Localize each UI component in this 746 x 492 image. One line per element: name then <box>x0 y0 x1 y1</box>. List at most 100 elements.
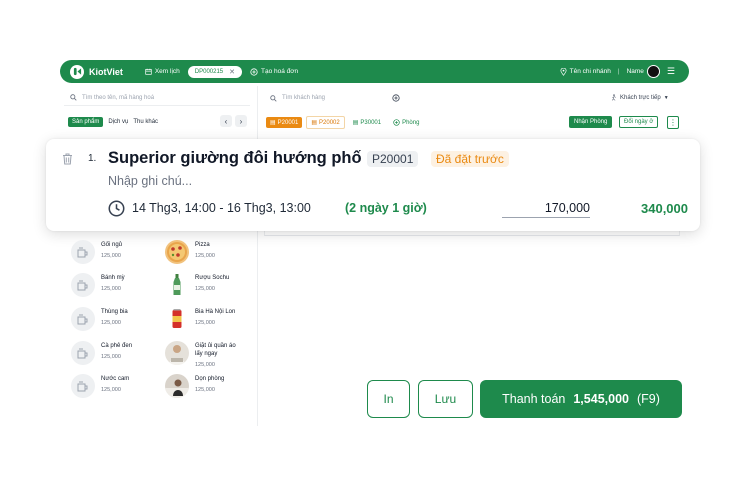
unit-price-input[interactable]: 170,000 <box>502 201 590 218</box>
product-item[interactable]: Dọn phòng 125,000 <box>165 374 224 398</box>
brand-logo[interactable]: KiotViet <box>70 64 123 79</box>
plus-circle-icon <box>250 67 258 76</box>
product-price: 125,000 <box>101 286 121 292</box>
product-item[interactable]: Gối ngủ 125,000 <box>71 240 122 264</box>
product-placeholder-icon <box>71 240 95 264</box>
avatar <box>646 65 660 78</box>
save-button[interactable]: Lưu <box>418 380 473 418</box>
tab-other-income[interactable]: Thu khác <box>133 119 158 125</box>
panel-divider <box>257 86 258 426</box>
product-item[interactable]: Thùng bia 125,000 <box>71 307 128 331</box>
close-icon[interactable]: ✕ <box>229 68 235 76</box>
product-price: 125,000 <box>101 320 121 326</box>
product-price: 125,000 <box>101 354 121 360</box>
customer-search[interactable]: Tìm khách hàng <box>264 90 400 106</box>
room-tab-p20001[interactable]: ▤ P20001 <box>266 117 303 128</box>
topbar-divider: | <box>617 68 620 75</box>
product-search[interactable]: Tìm theo tên, mã hàng hoá <box>64 90 250 106</box>
pay-shortcut: (F9) <box>636 392 660 406</box>
laundry-image <box>165 341 189 365</box>
note-input[interactable]: Nhập ghi chú... <box>108 174 192 188</box>
schedule-button[interactable]: Xem lịch <box>145 68 180 75</box>
user-menu[interactable]: Name <box>627 65 660 78</box>
product-item[interactable]: Bánh mỳ 125,000 <box>71 273 125 297</box>
room-type-title: Superior giường đôi hướng phố <box>108 149 362 167</box>
add-customer-icon[interactable] <box>392 94 400 102</box>
pay-label: Thanh toán <box>502 392 566 406</box>
product-placeholder-icon <box>71 341 95 365</box>
customer-search-input[interactable]: Tìm khách hàng <box>282 95 392 101</box>
next-page-button[interactable]: › <box>235 115 247 127</box>
order-tab[interactable]: DP000215 ✕ <box>187 65 243 78</box>
customer-type-selector[interactable]: Khách trực tiếp ▼ <box>611 94 669 101</box>
calendar-icon <box>145 68 152 75</box>
stay-duration: (2 ngày 1 giờ) <box>345 201 427 215</box>
add-room-label: Phòng <box>402 119 420 126</box>
product-item[interactable]: Pizza 125,000 <box>165 240 215 264</box>
product-search-input[interactable]: Tìm theo tên, mã hàng hoá <box>82 95 154 101</box>
product-item[interactable]: Bia Hà Nội Lon 125,000 <box>165 307 235 331</box>
bed-icon: ▤ <box>352 120 359 126</box>
pager: ‹ › <box>220 115 247 127</box>
prev-page-button[interactable]: ‹ <box>220 115 232 127</box>
product-name: Pizza <box>195 242 210 248</box>
new-invoice-button[interactable]: Tạo hoá đơn <box>250 67 299 76</box>
product-item[interactable]: Nước cam 125,000 <box>71 374 129 398</box>
hamburger-menu-icon[interactable]: ☰ <box>667 66 675 77</box>
room-code: P20002 <box>319 119 340 126</box>
room-code: P20001 <box>277 119 299 126</box>
bed-icon: ▤ <box>270 120 276 126</box>
room-code-badge: P20001 <box>367 151 419 167</box>
room-cleaning-image <box>165 374 189 398</box>
soju-bottle-image <box>165 273 189 297</box>
top-bar: KiotViet Xem lịch DP000215 ✕ Tạo hoá đơn… <box>60 60 689 83</box>
bed-icon: ▤ <box>311 120 318 126</box>
pizza-image <box>165 240 189 264</box>
product-item[interactable]: Rượu Sochu 125,000 <box>165 273 229 297</box>
change-dates-button[interactable]: Đổi ngày ở <box>619 116 659 128</box>
chevron-down-icon: ▼ <box>663 94 669 101</box>
pay-button[interactable]: Thanh toán 1,545,000 (F9) <box>480 380 682 418</box>
beer-can-image <box>165 307 189 331</box>
search-icon <box>270 94 277 102</box>
plus-circle-icon <box>393 119 400 126</box>
customer-type-label: Khách trực tiếp <box>620 94 661 101</box>
cart-panel <box>264 231 680 236</box>
product-price: 125,000 <box>195 286 215 292</box>
tab-products[interactable]: Sản phẩm <box>68 117 104 127</box>
location-pin-icon <box>560 67 567 76</box>
search-icon <box>70 94 77 101</box>
product-item[interactable]: Cà phê đen 125,000 <box>71 341 132 365</box>
product-price: 125,000 <box>195 320 215 326</box>
product-placeholder-icon <box>71 273 95 297</box>
user-name: Name <box>626 68 644 75</box>
line-total: 340,000 <box>641 201 688 216</box>
order-tab-label: DP000215 <box>194 68 224 75</box>
new-invoice-label: Tạo hoá đơn <box>261 68 299 75</box>
room-tabs: ▤ P20001 ▤ P20002 ▤ P30001 Phòng <box>266 116 423 129</box>
product-name: Thùng bia <box>101 309 128 315</box>
product-price: 125,000 <box>101 387 121 393</box>
branch-selector[interactable]: Tên chi nhánh <box>560 67 611 76</box>
more-options-icon[interactable]: ⋮ <box>667 116 679 129</box>
walking-person-icon <box>612 94 616 101</box>
product-placeholder-icon <box>71 307 95 331</box>
tab-services[interactable]: Dịch vụ <box>108 119 128 125</box>
product-name: Rượu Sochu <box>195 275 230 281</box>
stay-dates[interactable]: 14 Thg3, 14:00 - 16 Thg3, 13:00 <box>132 201 311 215</box>
room-tab-p30001[interactable]: ▤ P30001 <box>349 117 385 128</box>
print-button[interactable]: In <box>367 380 410 418</box>
checkin-button[interactable]: Nhận Phòng <box>569 116 613 128</box>
product-item[interactable]: Giặt ủi quần áo lấy ngay 125,000 <box>165 341 245 368</box>
add-room-button[interactable]: Phòng <box>389 117 423 128</box>
trash-icon[interactable] <box>62 153 73 165</box>
branch-label: Tên chi nhánh <box>569 68 611 75</box>
product-name: Nước cam <box>101 376 130 382</box>
brand-name: KiotViet <box>89 66 123 77</box>
product-price: 125,000 <box>101 253 121 259</box>
room-tab-p20002[interactable]: ▤ P20002 <box>306 116 345 129</box>
product-name: Bia Hà Nội Lon <box>195 309 236 315</box>
product-price: 125,000 <box>195 362 215 368</box>
category-tabs: Sản phẩm Dịch vụ Thu khác <box>68 117 158 127</box>
room-code: P30001 <box>360 119 382 126</box>
